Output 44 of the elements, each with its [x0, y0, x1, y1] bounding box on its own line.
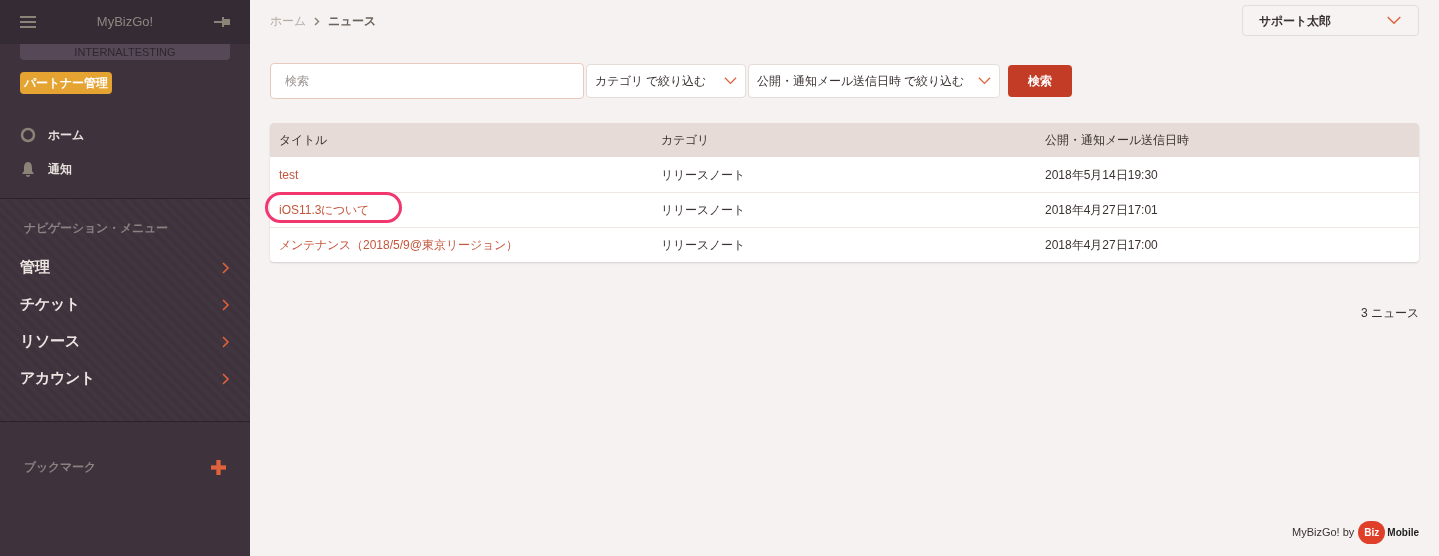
search-button[interactable]: 検索	[1008, 65, 1072, 97]
menu-icon[interactable]	[20, 16, 36, 28]
category-filter[interactable]: カテゴリ で絞り込む	[586, 64, 746, 98]
news-title-link[interactable]: iOS11.3について	[279, 201, 370, 219]
result-count: 3 ニュース	[1361, 305, 1419, 322]
company-logo: Biz Mobile	[1358, 521, 1419, 544]
chevron-icon	[222, 298, 230, 311]
table-cell-text: 2018年4月27日17:00	[1045, 237, 1159, 254]
bookmarks-heading: ブックマーク	[24, 459, 96, 476]
table-cell-text: リリースノート	[661, 202, 746, 219]
chevron-icon	[222, 335, 230, 348]
chevron-icon	[222, 261, 230, 274]
news-title-link[interactable]: test	[279, 165, 299, 184]
table-cell-text: リリースノート	[661, 166, 746, 184]
nav-item[interactable]: アカウント	[0, 360, 250, 397]
caret-icon	[978, 77, 991, 85]
role-badge: パートナー管理	[20, 72, 112, 94]
sidebar-link[interactable]: 通知	[48, 160, 72, 178]
column-header: 公開・通知メール送信日時	[1045, 132, 1190, 149]
table-cell-text: リリースノート	[661, 237, 746, 254]
nav-heading: ナビゲーション・メニュー	[23, 220, 169, 237]
nav-item[interactable]: 管理	[0, 249, 250, 286]
pin-icon[interactable]	[214, 16, 230, 28]
app-title: MyBizGo!	[96, 13, 154, 32]
bell-icon	[20, 161, 36, 177]
sidebar-link[interactable]: ホーム	[48, 126, 84, 144]
nav-item[interactable]: チケット	[0, 286, 250, 323]
ring-icon	[20, 127, 36, 143]
date-filter[interactable]: 公開・通知メール送信日時 で絞り込む	[748, 64, 1000, 98]
nav-item[interactable]: リソース	[0, 323, 250, 360]
news-title-link[interactable]: メンテナンス（2018/5/9@東京リージョン）	[279, 236, 518, 254]
caret-icon	[1386, 16, 1402, 25]
plus-icon[interactable]	[211, 459, 226, 475]
column-header: カテゴリ	[661, 132, 710, 149]
chevron-icon	[314, 16, 320, 26]
caret-icon	[724, 77, 737, 85]
chevron-icon	[222, 372, 230, 385]
footer-text: MyBizGo! by	[1291, 525, 1355, 541]
search-field[interactable]: 検索	[270, 63, 584, 99]
breadcrumb-link[interactable]: ニュース	[328, 12, 376, 30]
table-cell-text: 2018年4月27日17:01	[1045, 202, 1159, 219]
table-cell-text: 2018年5月14日19:30	[1045, 166, 1159, 184]
user-menu[interactable]: サポート太郎	[1242, 5, 1419, 36]
column-header: タイトル	[279, 132, 328, 149]
